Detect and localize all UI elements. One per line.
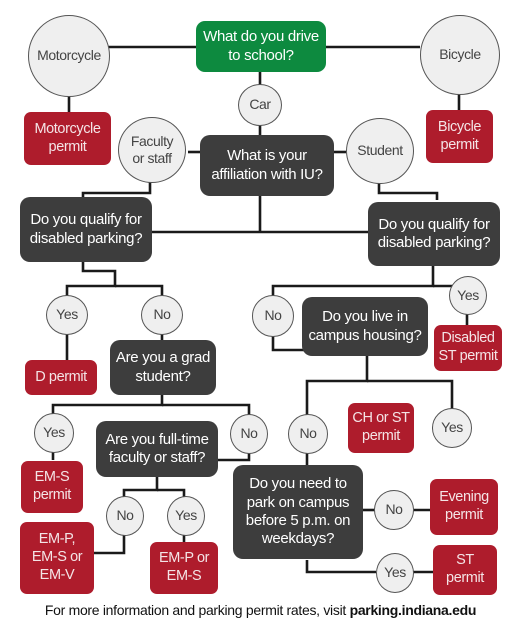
permit-d: D permit xyxy=(25,360,97,395)
answer-grad-no: No xyxy=(230,414,268,454)
answer-faculty-disabled-no: No xyxy=(141,295,183,335)
footer-info: For more information and parking permit … xyxy=(0,602,521,618)
answer-student: Student xyxy=(346,118,414,184)
permit-ch-or-st: CH or ST permit xyxy=(348,403,414,453)
answer-before5-yes: Yes xyxy=(376,553,414,593)
answer-faculty-disabled-yes: Yes xyxy=(46,295,88,335)
permit-motorcycle: Motorcycle permit xyxy=(24,112,111,165)
question-fulltime-faculty: Are you full-time faculty or staff? xyxy=(96,421,218,477)
start-question-what-do-you-drive: What do you drive to school? xyxy=(196,21,326,72)
answer-housing-yes: Yes xyxy=(432,408,472,448)
connector xyxy=(162,403,251,416)
question-student-disabled-parking: Do you qualify for disabled parking? xyxy=(368,202,500,266)
permit-bicycle: Bicycle permit xyxy=(426,110,493,163)
answer-car: Car xyxy=(238,84,282,126)
answer-student-disabled-no: No xyxy=(252,295,294,337)
connector xyxy=(94,533,126,555)
permit-disabled-st: Disabled ST permit xyxy=(434,325,502,371)
permit-em-p-em-s-or-em-v: EM-P, EM-S or EM-V xyxy=(20,522,94,594)
connector xyxy=(271,266,435,296)
answer-student-disabled-yes: Yes xyxy=(449,276,487,315)
connector xyxy=(65,262,117,296)
permit-em-p-or-em-s: EM-P or EM-S xyxy=(150,542,218,594)
question-affiliation: What is your affiliation with IU? xyxy=(200,135,334,196)
footer-text: For more information and parking permit … xyxy=(44,602,350,618)
answer-housing-no: No xyxy=(288,414,328,454)
question-park-before-5pm: Do you need to park on campus before 5 p… xyxy=(233,465,363,559)
answer-motorcycle: Motorcycle xyxy=(28,15,110,97)
footer-link-parking-indiana-edu[interactable]: parking.indiana.edu xyxy=(350,602,477,618)
connector xyxy=(122,476,159,497)
question-campus-housing: Do you live in campus housing? xyxy=(302,297,428,356)
question-grad-student: Are you a grad student? xyxy=(110,340,216,395)
permit-st: ST permit xyxy=(433,545,497,595)
permit-em-s: EM-S permit xyxy=(21,461,83,513)
connector xyxy=(305,560,376,574)
answer-bicycle: Bicycle xyxy=(420,15,500,95)
question-faculty-disabled-parking: Do you qualify for disabled parking? xyxy=(20,197,152,262)
connector xyxy=(115,284,164,296)
answer-before5-no: No xyxy=(374,490,414,530)
answer-fulltime-yes: Yes xyxy=(167,496,205,536)
answer-fulltime-no: No xyxy=(106,496,144,536)
answer-faculty-or-staff: Faculty or staff xyxy=(118,117,186,183)
permit-evening: Evening permit xyxy=(430,479,498,535)
connector xyxy=(51,395,164,414)
answer-grad-yes: Yes xyxy=(34,413,74,453)
